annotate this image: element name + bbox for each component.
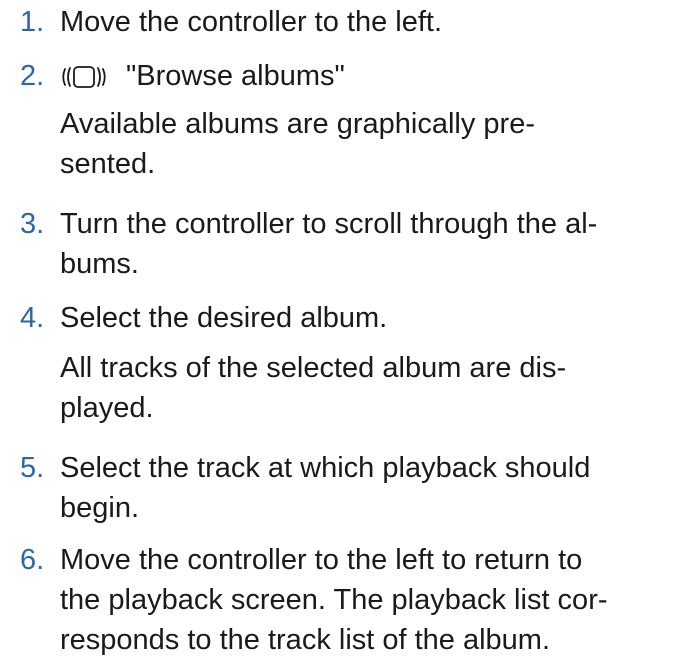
step-text: Move the controller to the left to retur… [60, 540, 650, 660]
step-number: 2. [20, 60, 45, 92]
step-text-line: begin. [60, 492, 140, 524]
step-text-line: the playback screen. The playback list c… [60, 584, 608, 616]
result-text-line: All tracks of the selected album are dis… [60, 352, 567, 384]
result-text-line: sented. [60, 148, 156, 180]
step-text: Select the desired album. [60, 298, 650, 338]
result-text-line: played. [60, 392, 154, 424]
step-text-line: bums. [60, 248, 139, 280]
result-text-line: Available albums are graphically pre- [60, 108, 535, 140]
step-text-line: "Browse albums" [126, 60, 345, 92]
step-text-line: Move the controller to the left. [60, 6, 443, 38]
controller-press-icon [60, 61, 112, 101]
step-number: 1. [20, 6, 45, 38]
step-result-text: Available albums are graphically pre- se… [60, 104, 650, 184]
step-text: "Browse albums" [60, 56, 650, 101]
step-result-text: All tracks of the selected album are dis… [60, 348, 650, 428]
step-text: Move the controller to the left. [60, 2, 650, 42]
step-text: Turn the controller to scroll through th… [60, 204, 650, 284]
step-text-line: Move the controller to the left to retur… [60, 544, 583, 576]
step-number: 6. [20, 544, 45, 576]
step-text-line: Select the desired album. [60, 302, 388, 334]
step-text: Select the track at which playback shoul… [60, 448, 650, 528]
step-text-line: Turn the controller to scroll through th… [60, 208, 598, 240]
instruction-list: 1. Move the controller to the left. 2. "… [0, 0, 685, 656]
step-number: 3. [20, 208, 45, 240]
step-number: 5. [20, 452, 45, 484]
step-text-line: Select the track at which playback shoul… [60, 452, 591, 484]
step-number: 4. [20, 302, 45, 334]
step-text-line: responds to the track list of the album. [60, 624, 551, 656]
